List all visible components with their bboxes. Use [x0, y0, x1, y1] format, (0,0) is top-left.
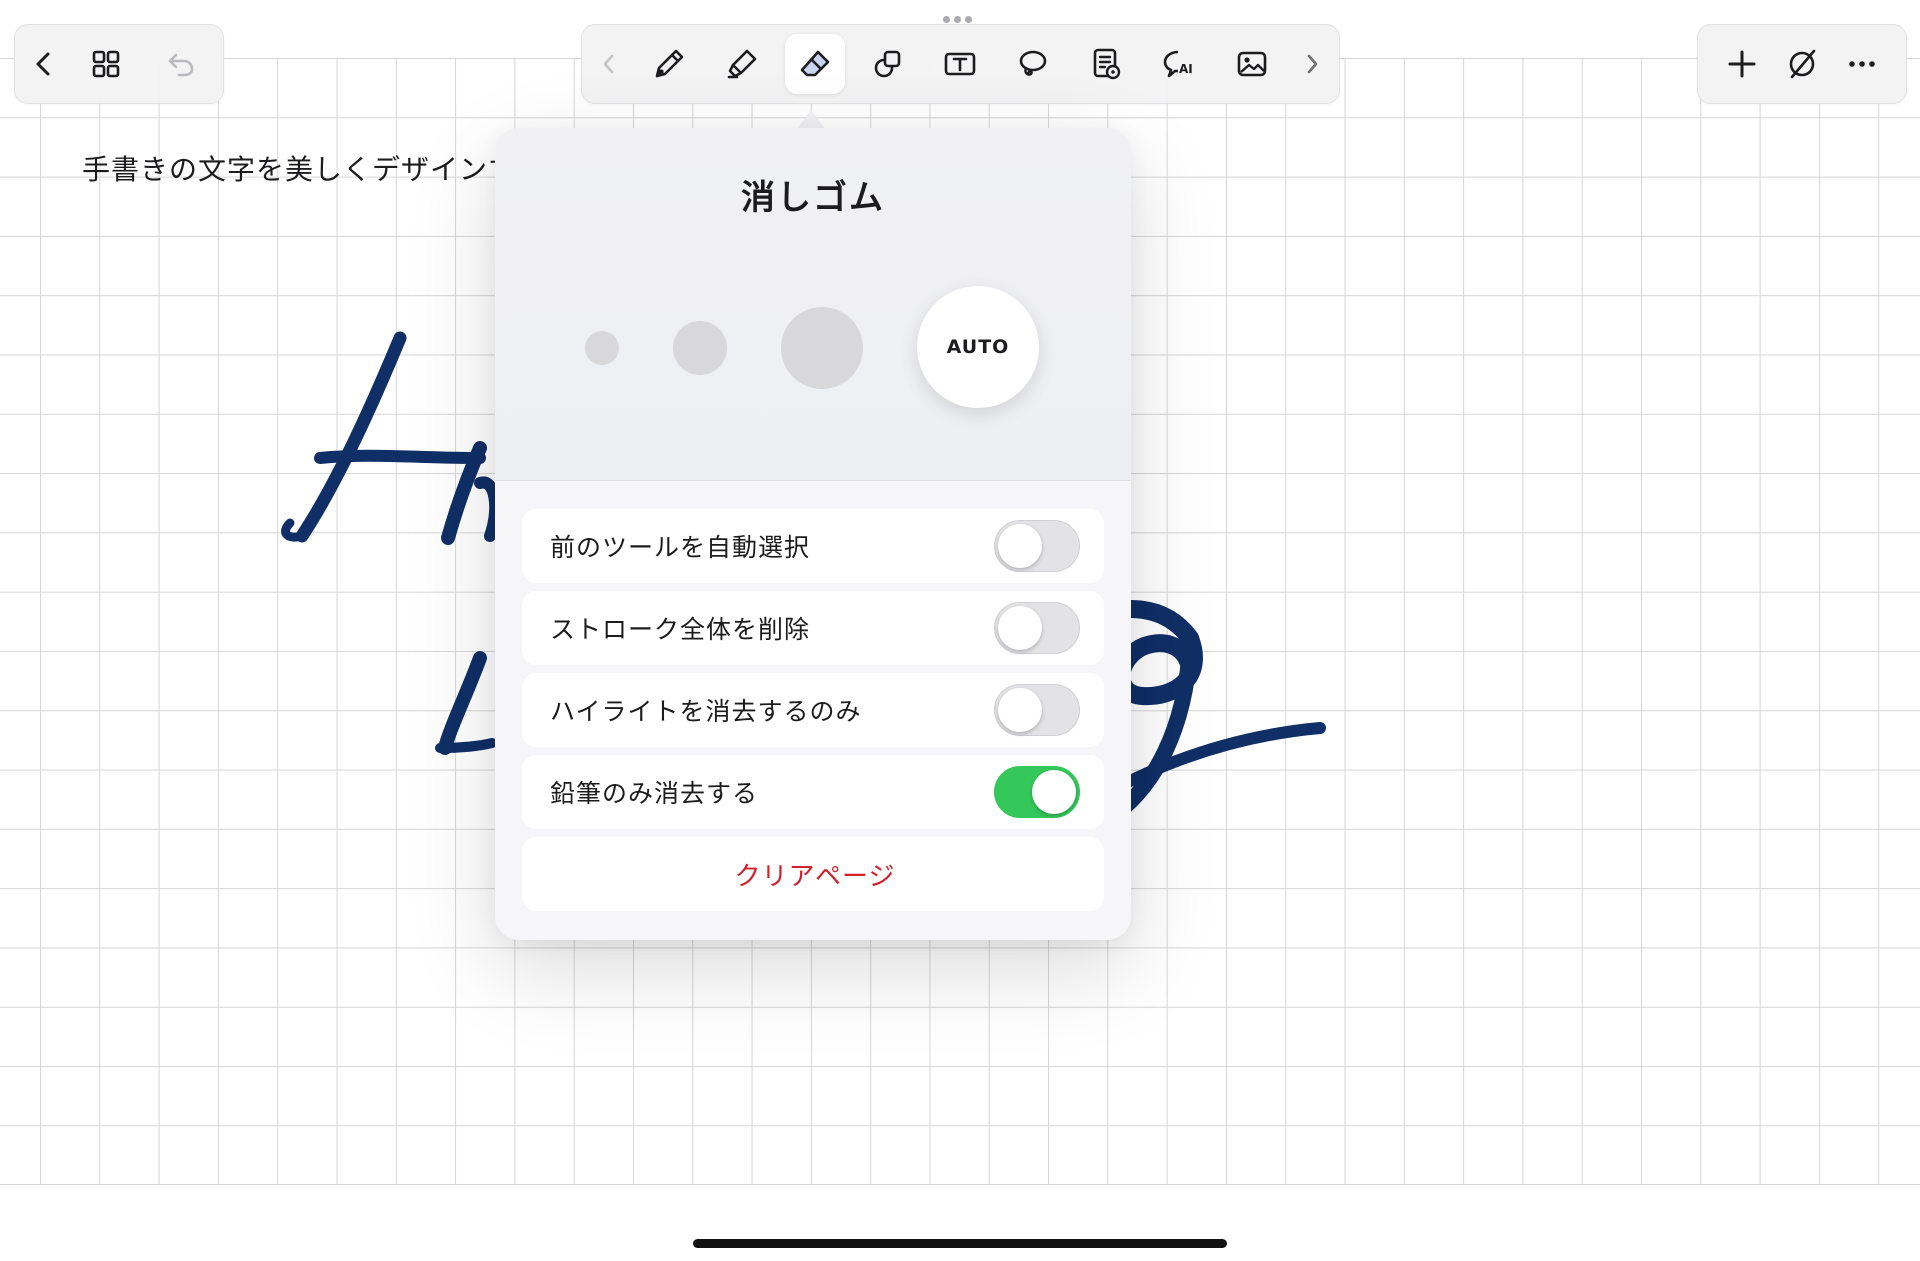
eraser-size-small[interactable]: [585, 331, 619, 365]
option-auto-select-previous-tool[interactable]: 前のツールを自動選択: [522, 509, 1104, 583]
clear-page-label: クリアページ: [734, 861, 896, 892]
eraser-size-section: 消しゴム AUTO: [495, 128, 1131, 481]
pencil-only-toggle-button[interactable]: [1772, 34, 1832, 94]
highlighter-icon: [727, 49, 757, 79]
home-indicator[interactable]: [693, 1239, 1227, 1248]
lasso-tool-button[interactable]: [1003, 34, 1063, 94]
text-box-icon: [945, 52, 976, 76]
option-erase-pencil-only[interactable]: 鉛筆のみ消去する: [522, 755, 1104, 829]
shapes-tool-button[interactable]: [858, 34, 918, 94]
toggle-erase-highlight-only[interactable]: [994, 684, 1080, 736]
scroll-right-button[interactable]: [1295, 34, 1329, 94]
back-chevron-icon: [36, 52, 50, 76]
option-label: 鉛筆のみ消去する: [550, 779, 759, 808]
ai-chat-icon: AI: [1163, 50, 1193, 78]
scroll-left-button[interactable]: [592, 34, 626, 94]
shapes-icon: [874, 50, 900, 78]
eraser-size-large[interactable]: [781, 307, 863, 389]
option-label: ストローク全体を削除: [550, 615, 811, 644]
image-icon: [1237, 51, 1267, 77]
toggle-auto-select-previous-tool[interactable]: [994, 520, 1080, 572]
popover-title: 消しゴム: [741, 178, 885, 218]
eraser-size-auto[interactable]: AUTO: [917, 286, 1039, 408]
undo-icon: [168, 53, 194, 77]
scroll-left-chevron-icon: [603, 54, 614, 74]
option-label: ハイライトを消去するのみ: [550, 697, 862, 726]
scroll-right-chevron-icon: [1307, 54, 1318, 74]
highlighter-tool-button[interactable]: [712, 34, 772, 94]
sticker-tool-button[interactable]: [1076, 34, 1136, 94]
popover-arrow: [796, 110, 826, 130]
ai-assistant-button[interactable]: AI: [1149, 34, 1209, 94]
toggle-erase-entire-stroke[interactable]: [994, 602, 1080, 654]
toolbar-right: [1697, 24, 1907, 104]
text-tool-button[interactable]: [930, 34, 990, 94]
undo-button[interactable]: [151, 34, 211, 94]
pen-icon: [655, 49, 684, 78]
toolbar-grabber[interactable]: [943, 16, 972, 23]
eraser-size-medium[interactable]: [673, 321, 727, 375]
option-label: 前のツールを自動選択: [550, 533, 811, 562]
pen-tool-button[interactable]: [639, 34, 699, 94]
eraser-settings-popover: 消しゴム AUTO 前のツールを自動選択 ストローク全体を削除 ハイライトを消去…: [495, 128, 1131, 940]
image-tool-button[interactable]: [1222, 34, 1282, 94]
add-page-button[interactable]: [1712, 34, 1772, 94]
svg-text:AI: AI: [1179, 62, 1193, 76]
toolbar-left: [14, 24, 224, 104]
option-erase-highlight-only[interactable]: ハイライトを消去するのみ: [522, 673, 1104, 747]
grid-view-icon: [92, 50, 120, 78]
add-icon: [1728, 50, 1756, 78]
toggle-erase-pencil-only[interactable]: [994, 766, 1080, 818]
pencil-off-icon: [1789, 49, 1816, 79]
grid-view-button[interactable]: [76, 34, 136, 94]
more-options-button[interactable]: [1832, 34, 1892, 94]
toolbar-tools: AI: [581, 24, 1340, 104]
clear-page-button[interactable]: クリアページ: [522, 837, 1104, 911]
more-icon: [1849, 61, 1875, 67]
eraser-icon: [800, 50, 829, 77]
lasso-icon: [1020, 50, 1047, 76]
eraser-options-list: 前のツールを自動選択 ストローク全体を削除 ハイライトを消去するのみ 鉛筆のみ消…: [522, 509, 1104, 919]
eraser-tool-button[interactable]: [784, 34, 845, 94]
option-erase-entire-stroke[interactable]: ストローク全体を削除: [522, 591, 1104, 665]
sticker-document-icon: [1093, 48, 1121, 80]
back-button[interactable]: [27, 34, 61, 94]
